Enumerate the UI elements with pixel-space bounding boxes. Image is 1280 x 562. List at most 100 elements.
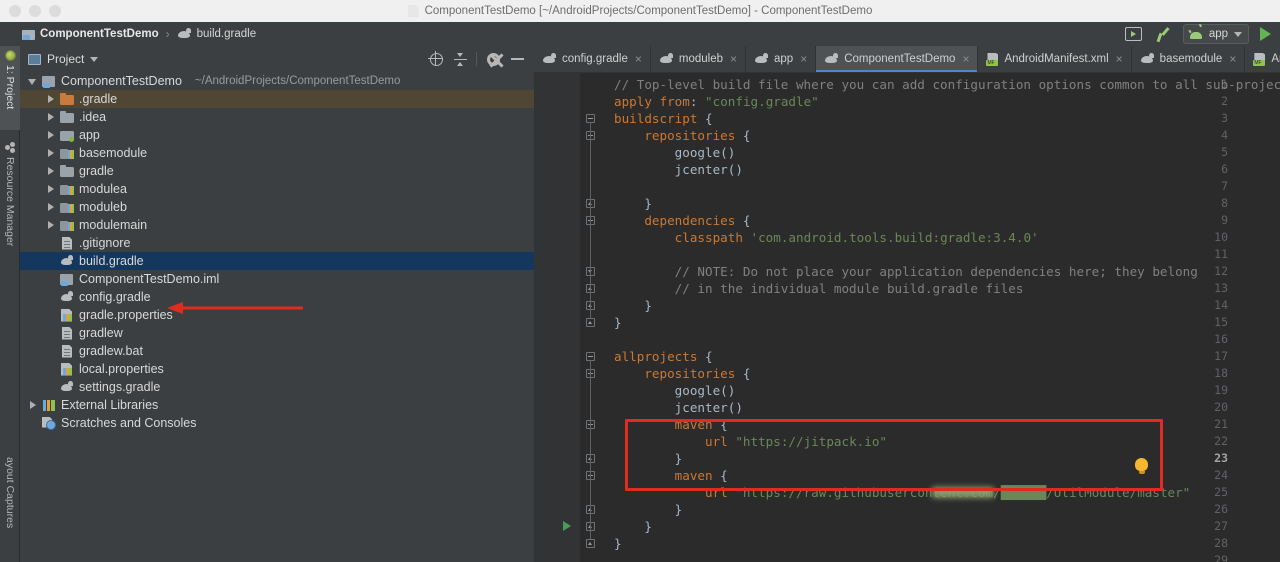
close-icon[interactable]: × — [730, 52, 737, 66]
editor-tab[interactable]: config.gradle× — [534, 46, 651, 72]
fold-connector — [590, 224, 591, 301]
fold-connector — [590, 479, 591, 505]
collapse-all-icon — [454, 53, 467, 66]
tree-row[interactable]: settings.gradle — [20, 378, 534, 396]
run-configuration-selector[interactable]: app — [1183, 24, 1249, 44]
fold-marker[interactable] — [586, 539, 595, 548]
tree-row[interactable]: gradlew.bat — [20, 342, 534, 360]
code-editor[interactable]: 1234567891011121314151617181920212223242… — [534, 73, 1280, 562]
tree-row[interactable]: External Libraries — [20, 396, 534, 414]
tree-row[interactable]: gradle.properties — [20, 306, 534, 324]
tree-row-label: gradle — [79, 164, 114, 178]
sidebar-item-layout-captures[interactable]: ayout Captures — [0, 453, 20, 558]
chevron-right-icon[interactable] — [46, 149, 55, 158]
tree-spacer — [46, 293, 55, 302]
chevron-right-icon[interactable] — [46, 95, 55, 104]
tree-row[interactable]: .gitignore — [20, 234, 534, 252]
editor-tab[interactable]: basemodule × — [1132, 46, 1246, 72]
macos-window-chrome — [0, 0, 1280, 22]
chevron-right-icon[interactable] — [28, 401, 37, 410]
collapse-all-button[interactable] — [449, 49, 471, 69]
project-panel-title: Project — [47, 52, 84, 66]
chevron-right-icon[interactable] — [46, 167, 55, 176]
tree-row[interactable]: gradlew — [20, 324, 534, 342]
sidebar-item-resource-manager[interactable]: Resource Manager — [0, 138, 20, 288]
chevron-right-icon[interactable] — [46, 113, 55, 122]
tree-row[interactable]: gradle — [20, 162, 534, 180]
chevron-right-icon[interactable] — [46, 131, 55, 140]
chevron-down-icon[interactable] — [1234, 32, 1242, 37]
module-icon — [60, 183, 74, 196]
hammer-build-icon — [1156, 26, 1172, 42]
tree-row[interactable]: ComponentTestDemo.iml — [20, 270, 534, 288]
chevron-down-icon[interactable] — [90, 57, 98, 62]
folder-source-icon — [60, 129, 74, 142]
editor-tab[interactable]: MFAndroi — [1245, 46, 1280, 72]
code-line: maven { — [614, 467, 728, 484]
gradle-file-icon — [60, 381, 74, 394]
close-icon[interactable]: × — [635, 52, 642, 66]
project-tree[interactable]: ComponentTestDemo~/AndroidProjects/Compo… — [20, 72, 534, 432]
manifest-icon: MF — [986, 53, 999, 66]
tree-row[interactable]: app — [20, 126, 534, 144]
tree-row[interactable]: Scratches and Consoles — [20, 414, 534, 432]
tree-row[interactable]: modulea — [20, 180, 534, 198]
tree-row[interactable]: .gradle — [20, 90, 534, 108]
chevron-right-icon[interactable] — [46, 203, 55, 212]
tree-row[interactable]: config.gradle — [20, 288, 534, 306]
breadcrumb-file[interactable]: build.gradle — [177, 28, 256, 40]
project-settings-button[interactable] — [482, 49, 504, 69]
editor-tab-bar[interactable]: config.gradle×moduleb×app×ComponentTestD… — [534, 46, 1280, 73]
tree-row-label: .gradle — [79, 92, 117, 106]
tree-row-path: ~/AndroidProjects/ComponentTestDemo — [195, 75, 401, 87]
window-minimize-button[interactable] — [29, 5, 41, 17]
code-line: google() — [614, 382, 735, 399]
tree-row[interactable]: basemodule — [20, 144, 534, 162]
gradle-file-icon — [177, 28, 192, 40]
left-tool-window-strip: 1: Project Resource Manager ayout Captur… — [0, 46, 20, 562]
build-button[interactable] — [1153, 24, 1175, 44]
tree-row[interactable]: ComponentTestDemo~/AndroidProjects/Compo… — [20, 72, 534, 90]
tree-row[interactable]: modulemain — [20, 216, 534, 234]
code-line: url "https://raw.githubusercontent.com/█… — [614, 484, 1190, 501]
close-icon[interactable]: × — [1229, 52, 1236, 66]
project-view-selector[interactable]: Project — [28, 52, 98, 66]
tree-row[interactable]: moduleb — [20, 198, 534, 216]
breadcrumb-project-label: ComponentTestDemo — [40, 28, 159, 40]
run-gradle-task-icon[interactable] — [563, 521, 571, 531]
close-icon[interactable]: × — [800, 52, 807, 66]
editor-tab[interactable]: MFAndroidManifest.xml× — [978, 46, 1131, 72]
breadcrumb-project[interactable]: ComponentTestDemo — [22, 28, 159, 40]
tree-row[interactable]: build.gradle — [20, 252, 534, 270]
editor-tab-label: basemodule — [1160, 53, 1223, 65]
window-close-button[interactable] — [9, 5, 21, 17]
fold-marker[interactable] — [586, 318, 595, 327]
layout-editor-icon — [1125, 27, 1142, 41]
close-icon[interactable]: × — [962, 52, 969, 66]
close-icon[interactable]: × — [1116, 52, 1123, 66]
layout-editor-button[interactable] — [1122, 24, 1145, 44]
code-line: } — [614, 501, 682, 518]
tree-spacer — [46, 239, 55, 248]
editor-tab[interactable]: app× — [746, 46, 816, 72]
tree-row[interactable]: local.properties — [20, 360, 534, 378]
run-button[interactable] — [1257, 24, 1274, 44]
breadcrumb-separator: › — [166, 27, 170, 41]
project-tool-window: Project ComponentTestDemo~/AndroidProjec… — [20, 46, 534, 562]
run-icon — [1260, 27, 1271, 41]
code-line: // in the individual module build.gradle… — [614, 280, 1023, 297]
editor-tab[interactable]: moduleb× — [651, 46, 746, 72]
tree-row-label: modulemain — [79, 218, 147, 232]
window-zoom-button[interactable] — [49, 5, 61, 17]
module-blue-icon — [42, 75, 56, 88]
editor-tab[interactable]: ComponentTestDemo× — [816, 46, 978, 72]
sidebar-item-project[interactable]: 1: Project — [0, 46, 20, 130]
tree-row-label: config.gradle — [79, 290, 151, 304]
chevron-down-icon[interactable] — [28, 77, 37, 86]
chevron-right-icon[interactable] — [46, 185, 55, 194]
scroll-from-source-button[interactable] — [425, 49, 447, 69]
code-line: } — [614, 535, 622, 552]
chevron-right-icon[interactable] — [46, 221, 55, 230]
hide-panel-button[interactable] — [506, 49, 528, 69]
tree-row[interactable]: .idea — [20, 108, 534, 126]
